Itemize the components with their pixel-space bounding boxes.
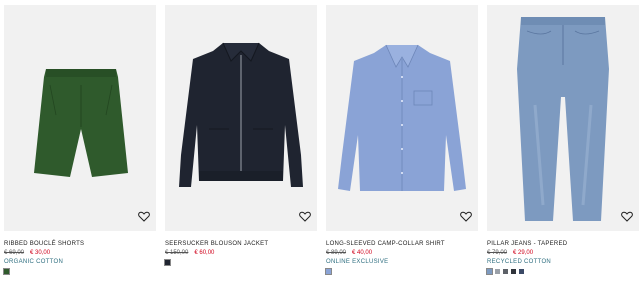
product-price: € 79,00 € 29,00	[487, 250, 639, 256]
shorts-image	[34, 69, 128, 177]
color-swatch[interactable]	[503, 269, 508, 274]
sale-price: € 30,00	[30, 250, 51, 256]
product-name[interactable]: PILLAR JEANS - TAPERED	[487, 241, 639, 247]
product-grid: RIBBED BOUCLÉ SHORTS € 69,00 € 30,00 ORGA…	[2, 5, 639, 285]
product-card[interactable]: RIBBED BOUCLÉ SHORTS € 69,00 € 30,00 ORGA…	[2, 5, 156, 285]
jacket-image	[179, 42, 303, 187]
product-tag: ONLINE EXCLUSIVE	[326, 259, 389, 265]
color-swatches	[485, 267, 639, 276]
heart-outline-icon[interactable]	[138, 211, 150, 223]
product-name[interactable]: LONG-SLEEVED CAMP-COLLAR SHIRT	[326, 241, 478, 247]
color-swatch[interactable]	[519, 269, 524, 274]
product-price: € 89,00 € 40,00	[326, 250, 478, 256]
heart-outline-icon[interactable]	[460, 211, 472, 223]
product-price: € 150,00 € 60,00	[165, 250, 317, 256]
color-swatch[interactable]	[495, 269, 500, 274]
color-swatch[interactable]	[485, 267, 494, 276]
product-image[interactable]	[326, 5, 478, 231]
shirt-image	[338, 44, 466, 191]
color-swatches	[163, 258, 317, 267]
product-image[interactable]	[4, 5, 156, 231]
color-swatch[interactable]	[163, 258, 172, 267]
heart-outline-icon[interactable]	[621, 211, 633, 223]
sale-price: € 29,00	[513, 250, 534, 256]
product-price: € 69,00 € 30,00	[4, 250, 156, 256]
product-name[interactable]: SEERSUCKER BLOUSON JACKET	[165, 241, 317, 247]
color-swatch[interactable]	[2, 267, 11, 276]
product-card[interactable]: PILLAR JEANS - TAPERED € 79,00 € 29,00 RE…	[485, 5, 639, 285]
product-card[interactable]: LONG-SLEEVED CAMP-COLLAR SHIRT € 89,00 € …	[324, 5, 478, 285]
product-tag: RECYCLED COTTON	[487, 259, 552, 265]
product-image[interactable]	[165, 5, 317, 231]
original-price: € 69,00	[4, 250, 25, 256]
original-price: € 150,00	[165, 250, 189, 256]
product-card[interactable]: SEERSUCKER BLOUSON JACKET € 150,00 € 60,0…	[163, 5, 317, 285]
sale-price: € 60,00	[194, 250, 215, 256]
color-swatch[interactable]	[324, 267, 333, 276]
original-price: € 89,00	[326, 250, 347, 256]
jeans-image	[517, 17, 609, 221]
heart-outline-icon[interactable]	[299, 211, 311, 223]
product-name[interactable]: RIBBED BOUCLÉ SHORTS	[4, 241, 156, 247]
sale-price: € 40,00	[352, 250, 373, 256]
color-swatches	[324, 267, 478, 276]
product-image[interactable]	[487, 5, 639, 231]
color-swatch[interactable]	[511, 269, 516, 274]
color-swatches	[2, 267, 156, 276]
product-tag: ORGANIC COTTON	[4, 259, 64, 265]
original-price: € 79,00	[487, 250, 508, 256]
